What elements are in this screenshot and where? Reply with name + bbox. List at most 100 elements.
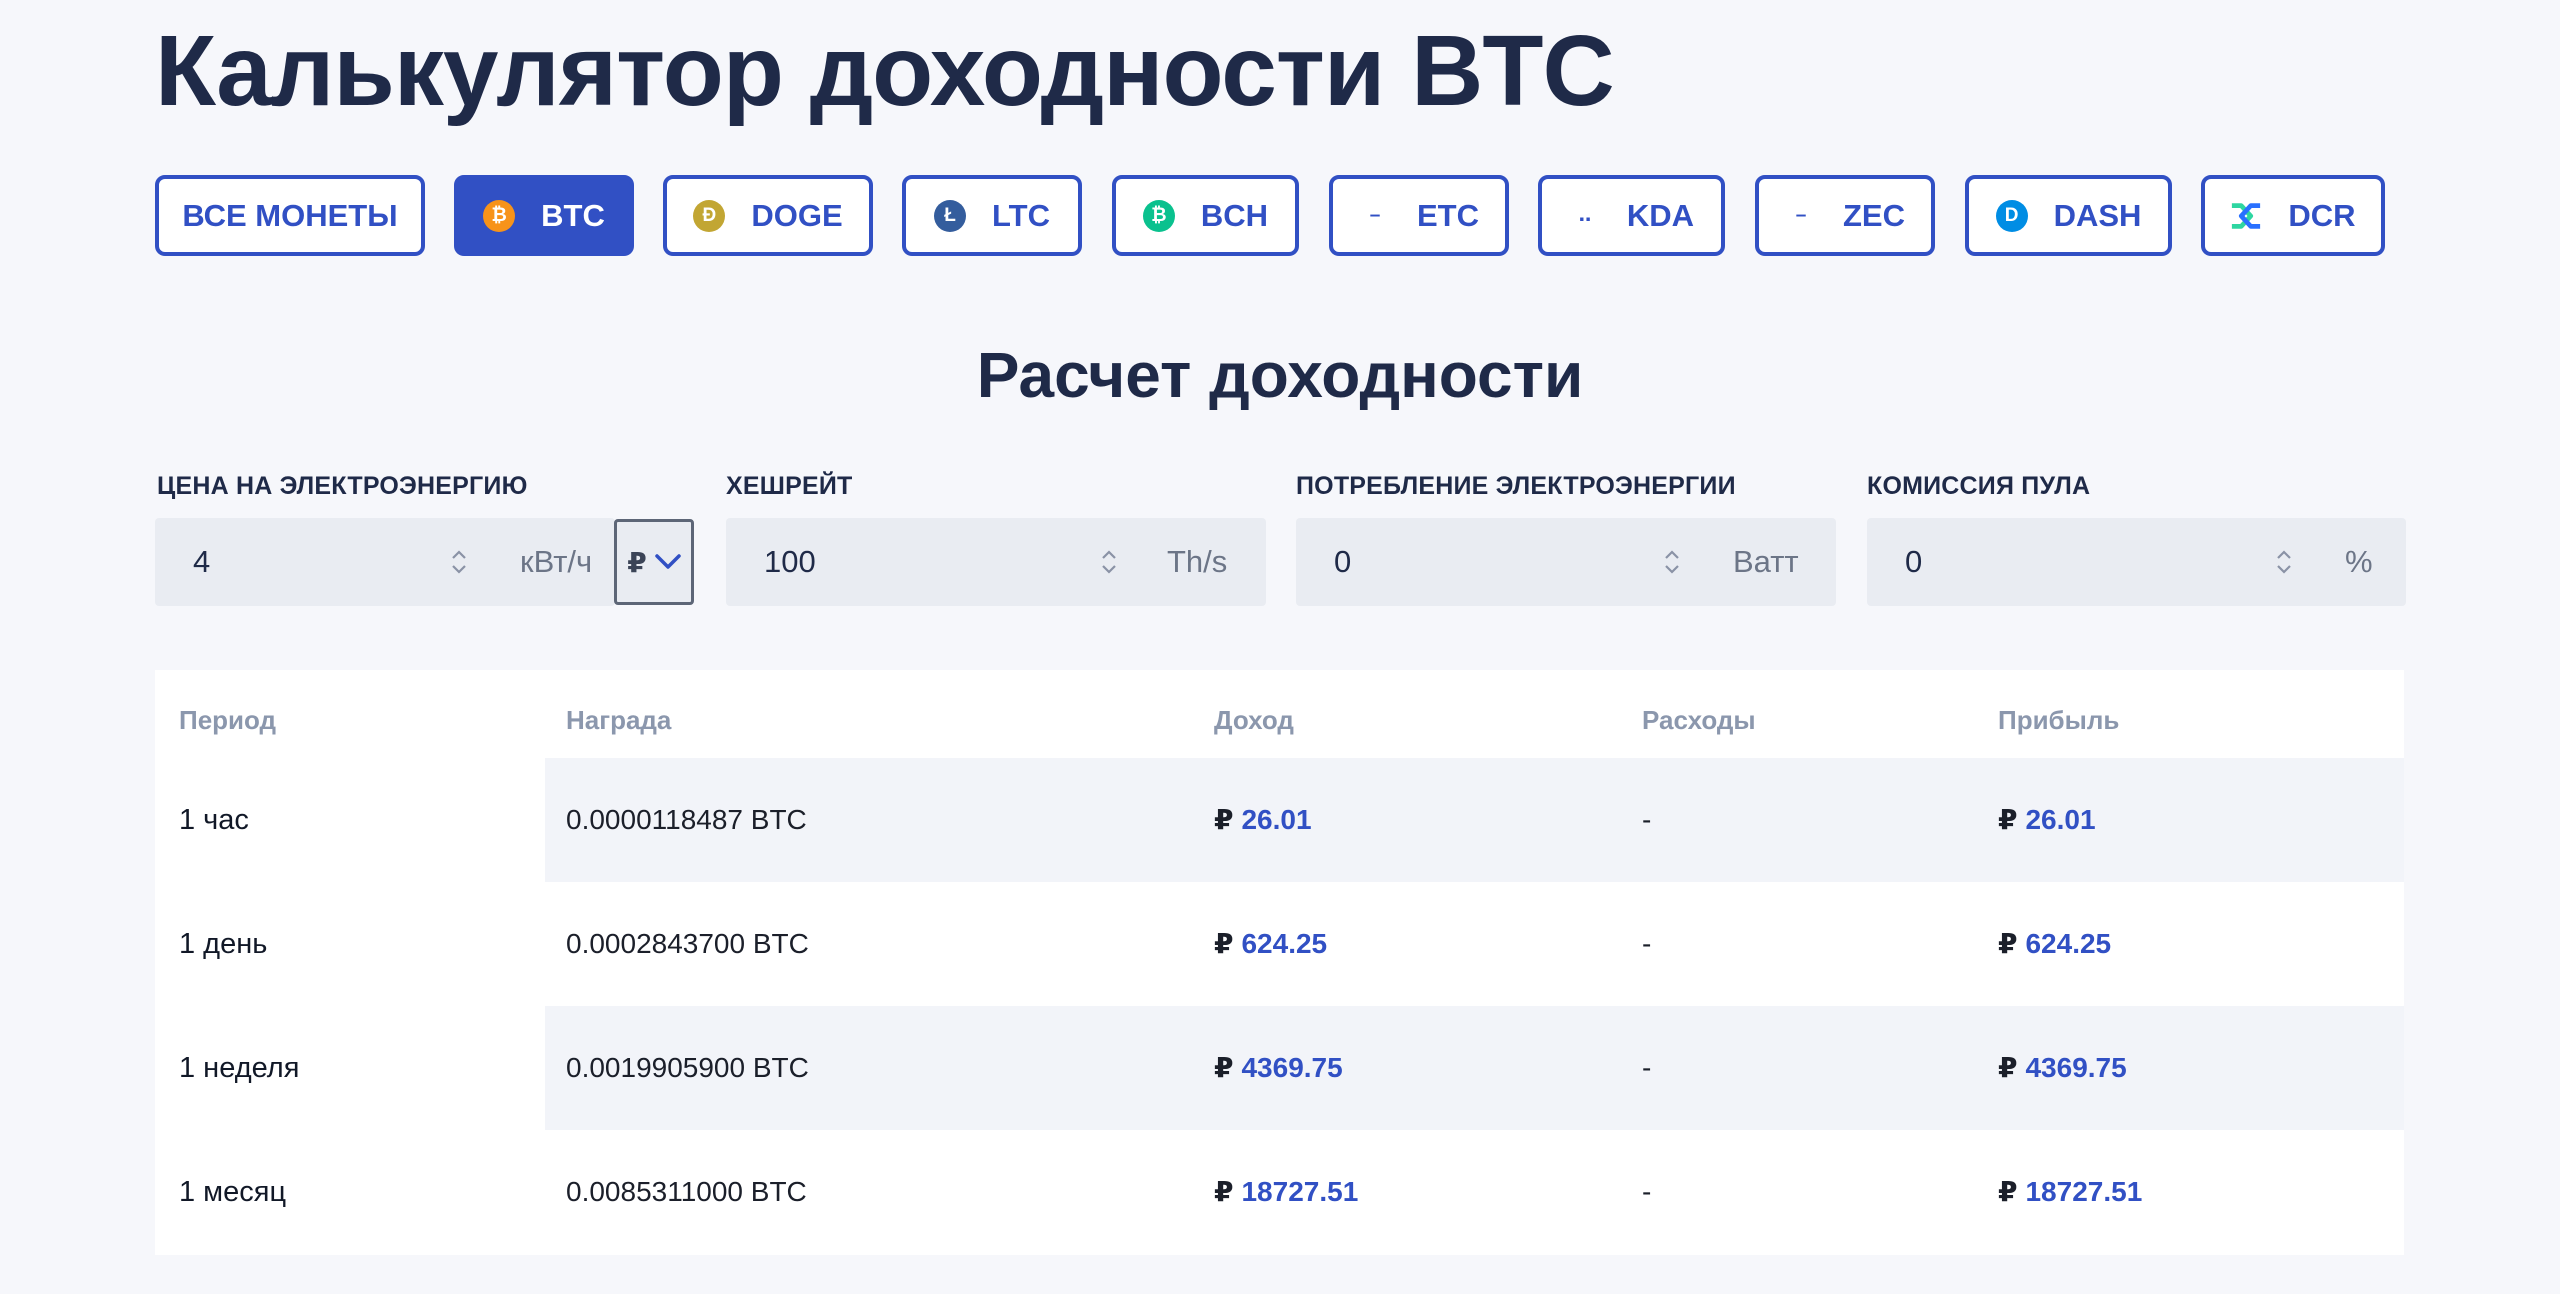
- tab-label: DCR: [2288, 197, 2356, 233]
- profit-cell: ₽4369.75: [1998, 1006, 2127, 1130]
- income-cell: ₽624.25: [1214, 882, 1327, 1006]
- section-title: Расчет доходности: [976, 339, 1584, 411]
- pool-fee-field[interactable]: 0 %: [1867, 518, 2406, 606]
- dogecoin-icon: Ð: [693, 199, 726, 232]
- income-cell: ₽26.01: [1214, 758, 1312, 882]
- hashrate-value: 100: [764, 544, 816, 579]
- page-title: Калькулятор доходности BTC: [155, 15, 1615, 127]
- power-consumption-value: 0: [1334, 544, 1352, 579]
- electricity-price-label: ЦЕНА НА ЭЛЕКТРОЭНЕРГИЮ: [157, 472, 528, 500]
- bitcoin-icon: ₿: [483, 199, 516, 232]
- electricity-unit: кВт/ч: [520, 544, 593, 579]
- pool-fee-label: КОМИССИЯ ПУЛА: [1867, 472, 2091, 500]
- stepper-icon[interactable]: [450, 546, 468, 578]
- tab-dash[interactable]: D DASH: [1965, 175, 2172, 256]
- dash-icon: D: [1995, 199, 2028, 232]
- stepper-icon[interactable]: [1663, 546, 1681, 578]
- electricity-price-field[interactable]: 4 кВт/ч: [155, 518, 615, 606]
- tab-etc[interactable]: – ETC: [1329, 175, 1509, 256]
- table-row: 1 час 0.0000118487 BTC ₽26.01 - ₽26.01: [155, 758, 2404, 882]
- tab-label: ZEC: [1843, 197, 1905, 233]
- expenses-cell: -: [1642, 1176, 1652, 1207]
- income-value: 624.25: [1241, 928, 1328, 959]
- pool-fee-value: 0: [1905, 544, 1923, 579]
- page: Калькулятор доходности BTC ВСЕ МОНЕТЫ ₿ …: [0, 0, 2560, 1294]
- income-value: 26.01: [1241, 804, 1312, 835]
- ruble-sign: ₽: [1998, 804, 2018, 835]
- profit-cell: ₽26.01: [1998, 758, 2096, 882]
- tab-all-coins[interactable]: ВСЕ МОНЕТЫ: [155, 175, 425, 256]
- reward-cell: 0.0002843700 BTC: [566, 928, 809, 959]
- chevron-down-icon: [654, 554, 681, 569]
- reward-cell: 0.0000118487 BTC: [566, 804, 807, 835]
- period-cell: 1 час: [179, 804, 249, 836]
- expenses-cell: -: [1642, 804, 1652, 835]
- reward-cell: 0.0085311000 BTC: [566, 1176, 807, 1207]
- pool-fee-unit: %: [2345, 544, 2373, 579]
- table-row: 1 неделя 0.0019905900 BTC ₽4369.75 - ₽43…: [155, 1006, 2404, 1130]
- bitcoin-cash-icon: ₿: [1142, 199, 1175, 232]
- zec-icon: –: [1795, 204, 1807, 226]
- ruble-sign: ₽: [1214, 804, 1234, 835]
- ruble-sign: ₽: [1214, 1176, 1234, 1207]
- income-value: 4369.75: [1241, 1052, 1343, 1083]
- profitability-table: Период Награда Доход Расходы Прибыль 1 ч…: [155, 670, 2404, 1255]
- period-cell: 1 день: [179, 928, 268, 960]
- power-consumption-label: ПОТРЕБЛЕНИЕ ЭЛЕКТРОЭНЕРГИИ: [1296, 472, 1736, 500]
- expenses-cell: -: [1642, 928, 1652, 959]
- period-cell: 1 месяц: [179, 1176, 287, 1208]
- tab-label: ВСЕ МОНЕТЫ: [182, 197, 398, 233]
- tab-label: KDA: [1626, 197, 1695, 233]
- litecoin-icon: Ł: [934, 199, 967, 232]
- tab-label: BTC: [541, 197, 605, 233]
- profit-cell: ₽18727.51: [1998, 1130, 2142, 1254]
- tab-label: ETC: [1417, 197, 1479, 233]
- stepper-icon[interactable]: [2275, 546, 2293, 578]
- stepper-icon[interactable]: [1100, 546, 1118, 578]
- currency-select[interactable]: ₽: [614, 519, 694, 605]
- income-cell: ₽4369.75: [1214, 1006, 1343, 1130]
- header-reward: Награда: [566, 705, 672, 735]
- decred-icon: [2230, 200, 2262, 232]
- tab-kda[interactable]: ‥ KDA: [1538, 175, 1725, 256]
- profit-value: 26.01: [2025, 804, 2096, 835]
- tab-doge[interactable]: Ð DOGE: [663, 175, 873, 256]
- tab-bch[interactable]: ₿ BCH: [1112, 175, 1299, 256]
- tab-label: DOGE: [751, 197, 843, 233]
- row-band: [545, 758, 2404, 882]
- electricity-price-value: 4: [193, 544, 211, 579]
- ruble-sign: ₽: [1998, 1176, 2018, 1207]
- tab-btc[interactable]: ₿ BTC: [454, 175, 634, 256]
- ruble-sign: ₽: [1998, 928, 2018, 959]
- header-profit: Прибыль: [1998, 705, 2120, 735]
- profit-value: 18727.51: [2025, 1176, 2143, 1207]
- header-income: Доход: [1214, 705, 1294, 735]
- table-row: 1 месяц 0.0085311000 BTC ₽18727.51 - ₽18…: [155, 1130, 2404, 1254]
- tab-label: BCH: [1200, 197, 1269, 233]
- profit-cell: ₽624.25: [1998, 882, 2111, 1006]
- profit-value: 624.25: [2025, 928, 2112, 959]
- etc-icon: –: [1369, 204, 1381, 226]
- tab-label: LTC: [992, 197, 1050, 233]
- tab-label: DASH: [2053, 197, 2142, 233]
- currency-symbol: ₽: [627, 546, 647, 578]
- tab-dcr[interactable]: DCR: [2201, 175, 2385, 256]
- reward-cell: 0.0019905900 BTC: [566, 1052, 809, 1083]
- expenses-cell: -: [1642, 1052, 1652, 1083]
- hashrate-field[interactable]: 100 Th/s: [726, 518, 1266, 606]
- tab-ltc[interactable]: Ł LTC: [902, 175, 1082, 256]
- tab-zec[interactable]: – ZEC: [1755, 175, 1935, 256]
- ruble-sign: ₽: [1998, 1052, 2018, 1083]
- power-unit: Ватт: [1733, 544, 1799, 579]
- table-row: 1 день 0.0002843700 BTC ₽624.25 - ₽624.2…: [155, 882, 2404, 1006]
- power-consumption-field[interactable]: 0 Ватт: [1296, 518, 1836, 606]
- income-value: 18727.51: [1241, 1176, 1359, 1207]
- hashrate-unit: Th/s: [1167, 544, 1228, 579]
- kda-icon: ‥: [1578, 205, 1592, 226]
- header-period: Период: [179, 705, 277, 735]
- profit-value: 4369.75: [2025, 1052, 2127, 1083]
- period-cell: 1 неделя: [179, 1052, 300, 1084]
- header-expenses: Расходы: [1642, 705, 1756, 735]
- income-cell: ₽18727.51: [1214, 1130, 1358, 1254]
- hashrate-label: ХЕШРЕЙТ: [726, 472, 853, 500]
